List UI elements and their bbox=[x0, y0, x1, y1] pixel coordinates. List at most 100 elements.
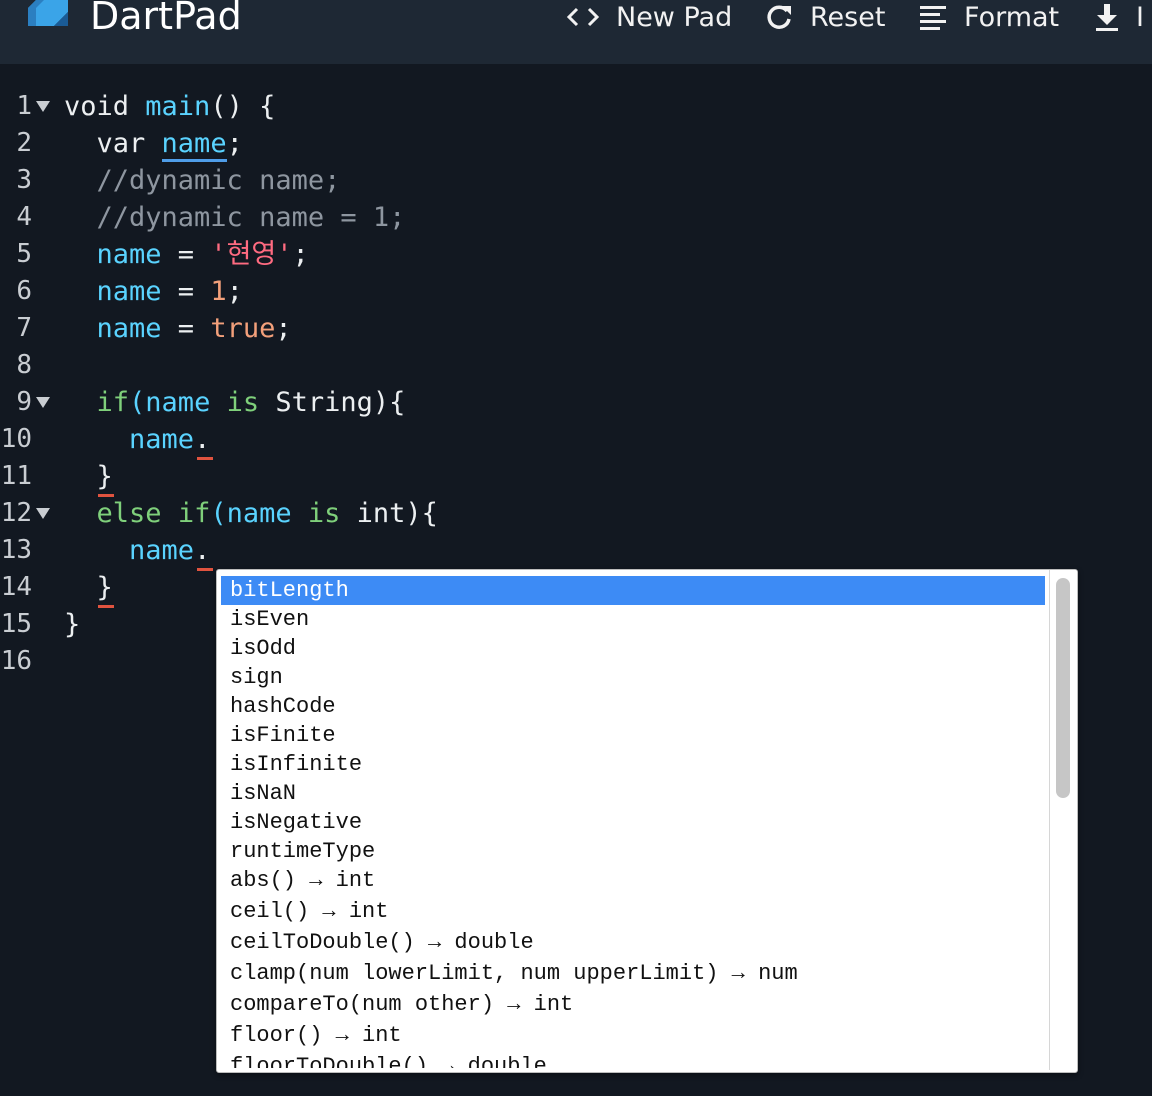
token-punctuation: () { bbox=[210, 91, 276, 122]
install-button[interactable]: I bbox=[1094, 0, 1144, 34]
code-line: name. bbox=[64, 532, 210, 569]
autocomplete-item[interactable]: ceilToDouble() → double bbox=[221, 928, 1045, 957]
token-keyword: void bbox=[64, 91, 146, 122]
token-punctuation: . bbox=[194, 535, 211, 566]
autocomplete-item[interactable]: isNaN bbox=[221, 779, 1045, 808]
code-line: var name; bbox=[64, 125, 243, 162]
line-number: 8 bbox=[16, 350, 32, 380]
line-number: 1 bbox=[16, 91, 32, 121]
scrollbar-thumb[interactable] bbox=[1056, 578, 1070, 798]
download-icon bbox=[1094, 2, 1120, 32]
line-number: 13 bbox=[0, 535, 32, 565]
reset-button[interactable]: Reset bbox=[764, 0, 885, 34]
token-operator: = bbox=[161, 313, 211, 344]
token-keyword: var bbox=[64, 128, 162, 159]
autocomplete-item[interactable]: isEven bbox=[221, 605, 1045, 634]
reset-label: Reset bbox=[810, 1, 886, 33]
autocomplete-item[interactable]: clamp(num lowerLimit, num upperLimit) → … bbox=[221, 959, 1045, 988]
code-line: } bbox=[64, 461, 113, 492]
code-line-comment: //dynamic name; bbox=[64, 165, 341, 196]
autocomplete-item-selected[interactable]: bitLength bbox=[221, 576, 1045, 605]
token-keyword: if bbox=[177, 498, 211, 529]
format-label: Format bbox=[964, 1, 1060, 33]
token-operator: = bbox=[161, 276, 211, 307]
autocomplete-item[interactable]: floorToDouble() → double bbox=[221, 1052, 1045, 1068]
fold-arrow-icon[interactable] bbox=[36, 397, 50, 408]
code-brackets-icon bbox=[566, 6, 600, 28]
autocomplete-item[interactable]: isFinite bbox=[221, 721, 1045, 750]
token-string: '현영' bbox=[210, 239, 293, 270]
token-keyword: else bbox=[96, 498, 162, 529]
token-punctuation: ; bbox=[226, 276, 243, 307]
autocomplete-item[interactable]: ceil() → int bbox=[221, 897, 1045, 926]
autocomplete-item[interactable]: abs() → int bbox=[221, 866, 1045, 895]
new-pad-label: New Pad bbox=[616, 1, 733, 33]
install-label: I bbox=[1136, 1, 1144, 33]
line-number: 3 bbox=[16, 165, 32, 195]
line-number: 12 bbox=[0, 498, 32, 528]
token-operator: = bbox=[161, 239, 211, 270]
token-punctuation: ( bbox=[129, 387, 146, 418]
autocomplete-item[interactable]: floor() → int bbox=[221, 1021, 1045, 1050]
token-variable: name bbox=[226, 498, 292, 529]
code-line: name = true; bbox=[64, 310, 292, 347]
token-keyword: is bbox=[307, 498, 341, 529]
autocomplete-popup[interactable]: bitLength isEven isOdd sign hashCode isF… bbox=[216, 569, 1078, 1073]
autocomplete-item[interactable]: compareTo(num other) → int bbox=[221, 990, 1045, 1019]
token-variable: name bbox=[129, 535, 195, 566]
token-boolean: true bbox=[210, 313, 276, 344]
format-button[interactable]: Format bbox=[918, 0, 1059, 34]
line-number: 4 bbox=[16, 202, 32, 232]
autocomplete-item[interactable]: sign bbox=[221, 663, 1045, 692]
error-underline bbox=[98, 605, 114, 608]
token-type: String){ bbox=[259, 387, 406, 418]
app-title: DartPad bbox=[90, 0, 242, 38]
fold-arrow-icon[interactable] bbox=[36, 508, 50, 519]
line-number: 6 bbox=[16, 276, 32, 306]
token-variable: name bbox=[96, 239, 162, 270]
autocomplete-item[interactable]: isInfinite bbox=[221, 750, 1045, 779]
line-number: 9 bbox=[16, 387, 32, 417]
token-keyword: if bbox=[96, 387, 130, 418]
format-lines-icon bbox=[918, 3, 948, 31]
error-underline bbox=[197, 457, 213, 460]
token-type: int){ bbox=[340, 498, 438, 529]
token-variable: name bbox=[129, 424, 195, 455]
line-number: 16 bbox=[0, 646, 32, 676]
token-punctuation: ; bbox=[226, 128, 243, 159]
code-line: } bbox=[64, 572, 113, 603]
token-keyword: is bbox=[226, 387, 260, 418]
code-line-comment: //dynamic name = 1; bbox=[64, 202, 406, 233]
token-variable: name bbox=[96, 276, 162, 307]
code-line: else if(name is int){ bbox=[64, 495, 438, 532]
token-variable: name bbox=[145, 387, 211, 418]
autocomplete-scrollbar[interactable] bbox=[1049, 570, 1077, 1070]
token-number: 1 bbox=[210, 276, 227, 307]
autocomplete-item[interactable]: isOdd bbox=[221, 634, 1045, 663]
code-line: void main() { bbox=[64, 88, 275, 125]
autocomplete-item[interactable]: isNegative bbox=[221, 808, 1045, 837]
line-number: 10 bbox=[0, 424, 32, 454]
autocomplete-item[interactable]: runtimeType bbox=[221, 837, 1045, 866]
autocomplete-list[interactable]: bitLength isEven isOdd sign hashCode isF… bbox=[221, 574, 1045, 1068]
line-number: 5 bbox=[16, 239, 32, 269]
error-underline bbox=[197, 568, 213, 571]
token-punctuation: ( bbox=[210, 498, 227, 529]
autocomplete-item[interactable]: hashCode bbox=[221, 692, 1045, 721]
line-number: 2 bbox=[16, 128, 32, 158]
fold-arrow-icon[interactable] bbox=[36, 101, 50, 112]
token-variable: name bbox=[96, 313, 162, 344]
new-pad-button[interactable]: New Pad bbox=[566, 0, 732, 34]
refresh-icon bbox=[764, 2, 794, 32]
token-function: main bbox=[145, 91, 211, 122]
